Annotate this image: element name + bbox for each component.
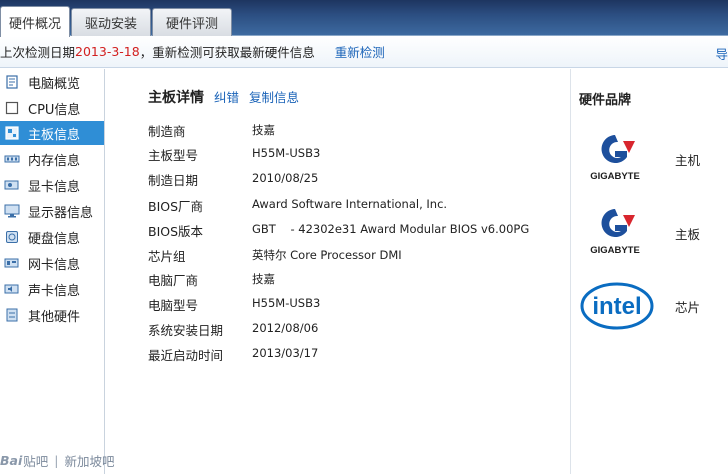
monitor-icon (4, 204, 20, 218)
detail-key: 电脑厂商 (148, 273, 199, 288)
detail-value: H55M-USB3 (252, 146, 321, 160)
detail-row: 芯片组 英特尔 Core Processor DMI (148, 246, 568, 266)
sound-card-icon (4, 282, 20, 296)
sidebar-item-network[interactable]: 网卡信息 (0, 251, 104, 275)
detail-row: 系统安装日期 2012/08/06 (148, 320, 568, 340)
hard-disk-icon (4, 230, 20, 244)
tab-label: 硬件概况 (8, 16, 61, 32)
detail-key: 制造日期 (148, 173, 199, 188)
correct-error-link[interactable]: 纠错 (214, 87, 239, 106)
watermark-brand-suffix: 贴吧 (23, 453, 49, 469)
gigabyte-logo-icon: GIGABYTE (585, 131, 645, 186)
detail-value: 2010/08/25 (252, 171, 319, 185)
hardware-sidebar: 电脑概览 CPU信息 主板信息 内存信息 显卡信息 显示器信息 硬盘信息 网卡信… (0, 69, 105, 474)
brand-row-motherboard: GIGABYTE 主板 (571, 205, 728, 265)
intel-logo-icon: intel (579, 279, 655, 334)
watermark: Bai 贴吧 | 新加坡吧 (0, 450, 115, 470)
sidebar-item-monitor[interactable]: 显示器信息 (0, 199, 104, 223)
detail-value: Award Software International, Inc. (252, 197, 448, 211)
recheck-hint: ，重新检测可获取最新硬件信息 (139, 45, 315, 60)
brand-label: 芯片 (675, 300, 701, 315)
tab-hardware-benchmark[interactable]: 硬件评测 (152, 8, 232, 36)
sidebar-item-label: 显卡信息 (28, 179, 81, 195)
detail-value: 英特尔 Core Processor DMI (252, 248, 402, 262)
detail-row: BIOS厂商 Award Software International, Inc… (148, 196, 568, 216)
sidebar-item-label: 硬盘信息 (28, 231, 81, 247)
tab-hardware-overview[interactable]: 硬件概况 (0, 6, 70, 37)
detail-value: GBT - 42302e31 Award Modular BIOS v6.00P… (252, 222, 530, 236)
watermark-separator: | (54, 452, 59, 468)
sidebar-item-other-hardware[interactable]: 其他硬件 (0, 303, 104, 327)
top-tab-bar: 硬件概况 驱动安装 硬件评测 (0, 0, 728, 37)
detail-value: 技嘉 (252, 272, 275, 286)
sidebar-item-cpu[interactable]: CPU信息 (0, 96, 104, 120)
watermark-site: 新加坡吧 (64, 453, 115, 469)
sidebar-item-graphics[interactable]: 显卡信息 (0, 173, 104, 197)
motherboard-details-panel: 主板详情 纠错 复制信息 制造商 技嘉 主板型号 H55M-USB3 制造日期 … (106, 69, 570, 474)
network-card-icon (4, 256, 20, 270)
sidebar-item-label: 声卡信息 (28, 283, 81, 299)
detail-key: BIOS版本 (148, 224, 204, 239)
detail-key: 芯片组 (148, 249, 186, 264)
detail-key: BIOS厂商 (148, 199, 204, 214)
tab-driver-install[interactable]: 驱动安装 (71, 8, 151, 36)
detail-value: 2012/08/06 (252, 321, 319, 335)
brand-row-host: GIGABYTE 主机 (571, 131, 728, 191)
truncated-nav-link[interactable]: 导 (715, 44, 728, 63)
motherboard-icon (4, 126, 20, 140)
intel-wordmark: intel (592, 293, 641, 320)
gigabyte-wordmark: GIGABYTE (590, 245, 640, 256)
brand-panel-title: 硬件品牌 (579, 93, 632, 108)
gigabyte-logo-icon: GIGABYTE (585, 205, 645, 260)
detail-row: 电脑厂商 技嘉 (148, 270, 568, 290)
tab-label: 驱动安装 (84, 17, 137, 32)
detail-value: 技嘉 (252, 123, 275, 137)
detail-key: 最近启动时间 (148, 348, 224, 363)
other-hardware-icon (4, 308, 20, 322)
detail-value: 2013/03/17 (252, 346, 319, 360)
brand-row-chipset: intel 芯片 (571, 277, 728, 337)
copy-info-link[interactable]: 复制信息 (249, 87, 299, 106)
detail-key: 主板型号 (148, 148, 199, 163)
page-title: 主板详情 (148, 90, 204, 106)
graphics-card-icon (4, 178, 20, 192)
details-header: 主板详情 纠错 复制信息 (148, 87, 299, 107)
sidebar-item-memory[interactable]: 内存信息 (0, 147, 104, 171)
sidebar-item-hard-disk[interactable]: 硬盘信息 (0, 225, 104, 249)
detail-row: 最近启动时间 2013/03/17 (148, 345, 568, 365)
detail-row: BIOS版本 GBT - 42302e31 Award Modular BIOS… (148, 221, 568, 241)
cpu-icon (4, 101, 20, 115)
hardware-brand-panel: 硬件品牌 GIGABYTE 主机 GIGABYTE 主板 intel 芯片 (571, 69, 728, 474)
brand-label: 主板 (675, 227, 701, 242)
sidebar-item-motherboard[interactable]: 主板信息 (0, 121, 104, 145)
sidebar-item-label: 网卡信息 (28, 257, 81, 273)
sidebar-item-label: 显示器信息 (28, 205, 94, 221)
detection-info-bar: 上次检测日期 2013-3-18 ，重新检测可获取最新硬件信息 重新检测 导 (0, 36, 728, 68)
sidebar-item-label: CPU信息 (28, 102, 81, 118)
sidebar-item-label: 内存信息 (28, 153, 81, 169)
sidebar-item-label: 电脑概览 (28, 76, 81, 92)
memory-icon (4, 152, 20, 166)
detail-key: 电脑型号 (148, 298, 199, 313)
detail-value: H55M-USB3 (252, 296, 321, 310)
last-detect-date: 2013-3-18 (75, 44, 140, 59)
sidebar-item-sound[interactable]: 声卡信息 (0, 277, 104, 301)
watermark-brand: Bai (0, 452, 23, 468)
last-detect-label: 上次检测日期 (0, 45, 76, 60)
detail-row: 电脑型号 H55M-USB3 (148, 295, 568, 315)
brand-label: 主机 (675, 153, 701, 168)
detail-row: 制造商 技嘉 (148, 121, 568, 141)
sidebar-item-label: 其他硬件 (28, 309, 81, 325)
tab-label: 硬件评测 (165, 17, 218, 32)
computer-overview-icon (4, 75, 20, 89)
recheck-link[interactable]: 重新检测 (335, 42, 385, 61)
detail-row: 制造日期 2010/08/25 (148, 170, 568, 190)
sidebar-item-label: 主板信息 (28, 127, 81, 143)
detail-key: 制造商 (148, 124, 186, 139)
gigabyte-wordmark: GIGABYTE (590, 171, 640, 182)
detail-key: 系统安装日期 (148, 323, 224, 338)
detail-row: 主板型号 H55M-USB3 (148, 145, 568, 165)
sidebar-item-computer-overview[interactable]: 电脑概览 (0, 70, 104, 94)
